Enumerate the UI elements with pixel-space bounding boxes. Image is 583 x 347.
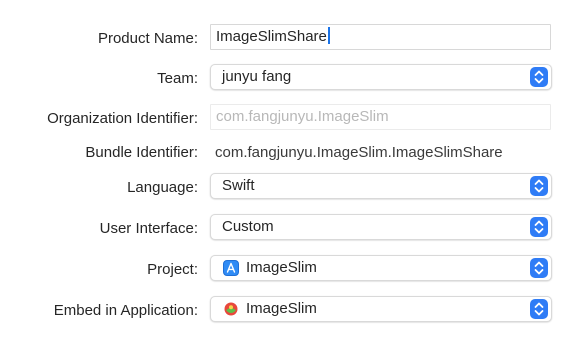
embed-in-application-label: Embed in Application:: [53, 302, 198, 319]
team-row: Team: junyu fang: [0, 64, 583, 94]
text-caret: [327, 27, 330, 44]
user-interface-popup[interactable]: Custom: [210, 214, 552, 240]
team-value: junyu fang: [222, 68, 292, 85]
chevron-up-down-icon: [530, 176, 548, 196]
language-popup[interactable]: Swift: [210, 173, 552, 199]
embed-in-application-value: ImageSlim: [246, 300, 317, 317]
team-popup[interactable]: junyu fang: [210, 64, 552, 90]
project-row: Project: ImageSlim: [0, 255, 583, 285]
embed-in-application-row: Embed in Application: ImageSlim: [0, 296, 583, 326]
organization-identifier-placeholder: com.fangjunyu.ImageSlim: [216, 108, 389, 125]
bundle-identifier-value: com.fangjunyu.ImageSlim.ImageSlimShare: [215, 144, 503, 161]
embed-in-application-popup[interactable]: ImageSlim: [210, 296, 552, 322]
product-name-value: ImageSlimShare: [216, 28, 327, 45]
xcode-project-icon: [223, 260, 239, 276]
language-row: Language: Swift: [0, 173, 583, 203]
product-name-field[interactable]: ImageSlimShare: [210, 24, 551, 50]
organization-identifier-field[interactable]: com.fangjunyu.ImageSlim: [210, 104, 551, 130]
product-name-label: Product Name:: [97, 30, 198, 47]
organization-identifier-row: Organization Identifier: com.fangjunyu.I…: [0, 104, 583, 134]
project-popup[interactable]: ImageSlim: [210, 255, 552, 281]
chevron-up-down-icon: [530, 258, 548, 278]
project-label: Project:: [147, 261, 198, 278]
chevron-up-down-icon: [530, 67, 548, 87]
user-interface-label: User Interface:: [99, 220, 198, 237]
language-label: Language:: [127, 179, 198, 196]
language-value: Swift: [222, 177, 255, 194]
team-label: Team:: [157, 70, 198, 87]
organization-identifier-label: Organization Identifier:: [47, 110, 198, 127]
bundle-identifier-label: Bundle Identifier:: [85, 144, 198, 161]
product-name-row: Product Name: ImageSlimShare: [0, 24, 583, 54]
chevron-up-down-icon: [530, 217, 548, 237]
project-value: ImageSlim: [246, 259, 317, 276]
bundle-identifier-row: Bundle Identifier: com.fangjunyu.ImageSl…: [0, 138, 583, 168]
chevron-up-down-icon: [530, 299, 548, 319]
app-target-icon: [223, 301, 239, 317]
user-interface-row: User Interface: Custom: [0, 214, 583, 244]
user-interface-value: Custom: [222, 218, 274, 235]
